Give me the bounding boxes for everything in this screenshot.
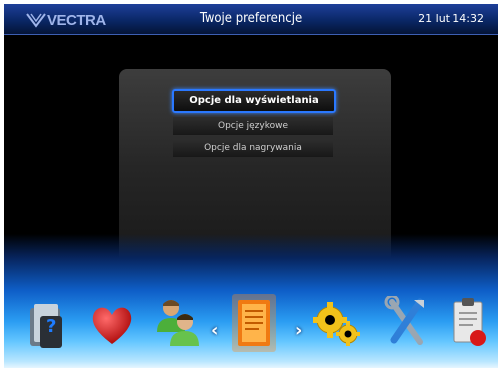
header-bar: VECTRA Twoje preferencje 21 lut 14:32	[4, 4, 498, 35]
menu-item-display-options[interactable]: Opcje dla wyświetlania	[172, 89, 336, 113]
tv-screen: VECTRA Twoje preferencje 21 lut 14:32 Op…	[4, 4, 498, 368]
document-icon[interactable]	[232, 294, 276, 352]
help-folder-icon[interactable]: ?	[26, 298, 66, 350]
gears-icon[interactable]	[312, 300, 360, 346]
heart-icon[interactable]	[90, 304, 134, 346]
time-label: 14:32	[452, 12, 484, 25]
menu-item-language-options[interactable]: Opcje językowe	[173, 117, 333, 135]
dock-next-arrow[interactable]: ›	[295, 320, 302, 341]
clipboard-record-icon[interactable]	[452, 296, 488, 348]
menu-item-recording-options[interactable]: Opcje dla nagrywania	[173, 139, 333, 157]
preferences-menu: Opcje dla wyświetlania Opcje językowe Op…	[172, 89, 336, 161]
date-label: 21 lut	[418, 12, 450, 25]
dock-prev-arrow[interactable]: ‹	[211, 320, 218, 341]
users-icon[interactable]	[154, 296, 200, 348]
svg-text:?: ?	[46, 316, 56, 337]
tools-icon[interactable]	[384, 296, 428, 348]
